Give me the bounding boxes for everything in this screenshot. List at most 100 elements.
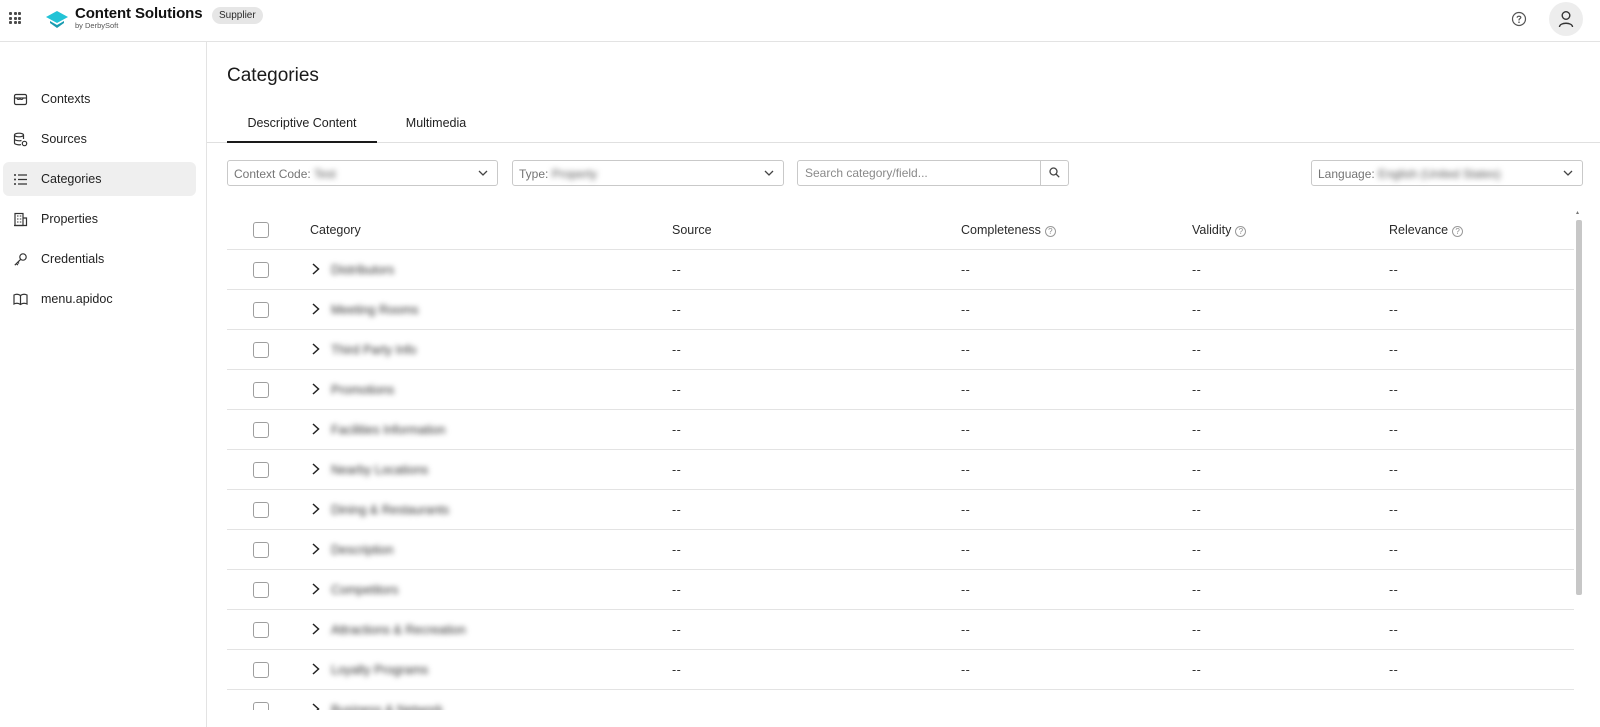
select-all-checkbox[interactable]	[253, 222, 269, 238]
row-checkbox[interactable]	[253, 262, 269, 278]
table-row[interactable]: Dining & Restaurants -- -- -- --	[227, 490, 1574, 530]
sidebar-nav: Contexts Sources Categories Properties C…	[3, 82, 196, 322]
completeness-value: --	[961, 663, 971, 677]
category-name: Loyalty Programs	[331, 663, 429, 677]
sidebar-item-categories[interactable]: Categories	[3, 162, 196, 196]
relevance-value: --	[1389, 383, 1399, 397]
row-checkbox[interactable]	[253, 622, 269, 638]
table-row[interactable]: Third Party Info -- -- -- --	[227, 330, 1574, 370]
table-row[interactable]: Distributors -- -- -- --	[227, 250, 1574, 290]
chevron-right-icon[interactable]	[310, 422, 322, 436]
validity-value: --	[1192, 303, 1202, 317]
table-row[interactable]: Loyalty Programs -- -- -- --	[227, 650, 1574, 690]
table-row[interactable]: Nearby Locations -- -- -- --	[227, 450, 1574, 490]
col-header-category[interactable]: Category	[310, 223, 361, 237]
chevron-right-icon[interactable]	[310, 382, 322, 396]
info-icon[interactable]: ?	[1044, 226, 1056, 237]
sidebar-item-credentials[interactable]: Credentials	[3, 242, 196, 276]
table-header: Category Source Completeness? Validity? …	[227, 210, 1574, 250]
building-icon	[14, 212, 28, 227]
apps-grid-icon[interactable]	[9, 12, 21, 24]
search-button[interactable]	[1040, 161, 1068, 185]
sidebar-item-label: menu.apidoc	[41, 292, 113, 306]
type-select[interactable]: Type: Property	[512, 160, 784, 186]
context-code-select[interactable]: Context Code: Test	[227, 160, 498, 186]
chevron-right-icon[interactable]	[310, 702, 322, 710]
language-label: Language: English (United States)	[1318, 167, 1501, 181]
col-header-source[interactable]: Source	[672, 223, 712, 237]
row-checkbox[interactable]	[253, 702, 269, 710]
tab-multimedia[interactable]: Multimedia	[391, 113, 481, 143]
validity-value: --	[1192, 463, 1202, 477]
chevron-right-icon[interactable]	[310, 582, 322, 596]
chevron-right-icon[interactable]	[310, 502, 322, 516]
relevance-value: --	[1389, 423, 1399, 437]
table-row[interactable]: Facilities Information -- -- -- --	[227, 410, 1574, 450]
tab-descriptive-content[interactable]: Descriptive Content	[227, 113, 377, 143]
table-row[interactable]: Meeting Rooms -- -- -- --	[227, 290, 1574, 330]
row-checkbox[interactable]	[253, 582, 269, 598]
sidebar-item-label: Credentials	[41, 252, 105, 266]
row-checkbox[interactable]	[253, 502, 269, 518]
help-icon[interactable]	[1511, 11, 1527, 27]
col-header-completeness[interactable]: Completeness?	[961, 223, 1056, 237]
completeness-value: --	[961, 383, 971, 397]
chevron-right-icon[interactable]	[310, 262, 322, 276]
info-icon[interactable]: ?	[1235, 226, 1247, 237]
search-box	[797, 160, 1069, 186]
relevance-value: --	[1389, 703, 1399, 710]
search-icon	[1049, 167, 1060, 178]
sidebar-item-apidoc[interactable]: menu.apidoc	[3, 282, 196, 316]
info-icon[interactable]: ?	[1452, 226, 1464, 237]
key-icon	[14, 253, 27, 266]
app-subtitle: by DerbySoft	[75, 21, 119, 30]
context-code-value: Test	[313, 167, 336, 181]
source-value: --	[672, 463, 682, 477]
type-value: Property	[551, 167, 598, 181]
chevron-right-icon[interactable]	[310, 462, 322, 476]
row-checkbox[interactable]	[253, 342, 269, 358]
category-name: Attractions & Recreation	[331, 623, 466, 637]
book-icon	[13, 293, 28, 306]
col-header-validity[interactable]: Validity?	[1192, 223, 1247, 237]
chevron-right-icon[interactable]	[310, 342, 322, 356]
table-row[interactable]: Business & Network -- -- -- --	[227, 690, 1574, 710]
row-checkbox[interactable]	[253, 462, 269, 478]
relevance-value: --	[1389, 463, 1399, 477]
row-checkbox[interactable]	[253, 382, 269, 398]
chevron-right-icon[interactable]	[310, 302, 322, 316]
source-value: --	[672, 383, 682, 397]
scroll-up-icon[interactable]: ▴	[1576, 210, 1582, 216]
table-row[interactable]: Attractions & Recreation -- -- -- --	[227, 610, 1574, 650]
role-badge: Supplier	[212, 7, 263, 24]
table-row[interactable]: Competitors -- -- -- --	[227, 570, 1574, 610]
sidebar-item-sources[interactable]: Sources	[3, 122, 196, 156]
sidebar-item-contexts[interactable]: Contexts	[3, 82, 196, 116]
chevron-right-icon[interactable]	[310, 662, 322, 676]
chevron-right-icon[interactable]	[310, 542, 322, 556]
source-value: --	[672, 303, 682, 317]
row-checkbox[interactable]	[253, 302, 269, 318]
search-input[interactable]	[798, 161, 1041, 185]
col-header-relevance[interactable]: Relevance?	[1389, 223, 1464, 237]
sidebar-item-label: Sources	[41, 132, 87, 146]
chevron-down-icon	[764, 170, 774, 176]
language-select[interactable]: Language: English (United States)	[1311, 160, 1583, 186]
scroll-thumb[interactable]	[1576, 220, 1582, 595]
sidebar-item-properties[interactable]: Properties	[3, 202, 196, 236]
row-checkbox[interactable]	[253, 662, 269, 678]
chevron-right-icon[interactable]	[310, 622, 322, 636]
row-checkbox[interactable]	[253, 422, 269, 438]
source-value: --	[672, 543, 682, 557]
brand[interactable]: Content Solutions by DerbySoft	[75, 5, 203, 30]
relevance-value: --	[1389, 543, 1399, 557]
brand-logo-icon	[46, 11, 68, 28]
table-row[interactable]: Description -- -- -- --	[227, 530, 1574, 570]
user-avatar[interactable]	[1549, 2, 1583, 36]
table-row[interactable]: Promotions -- -- -- --	[227, 370, 1574, 410]
table-scrollbar[interactable]: ▴	[1575, 210, 1583, 710]
store-icon	[13, 93, 28, 106]
category-name: Competitors	[331, 583, 399, 597]
completeness-value: --	[961, 703, 971, 710]
row-checkbox[interactable]	[253, 542, 269, 558]
